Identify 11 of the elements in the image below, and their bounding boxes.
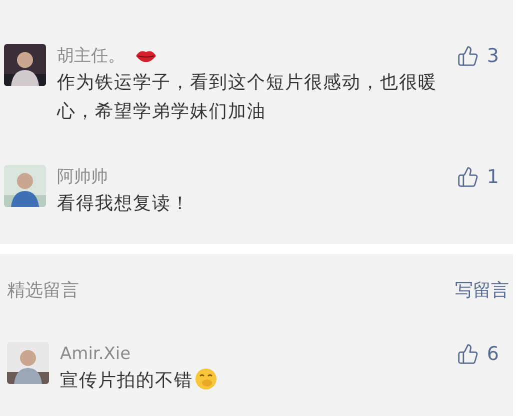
- commenter-name: 阿帅帅: [57, 166, 108, 189]
- like-button[interactable]: 6: [456, 342, 499, 366]
- comment-text: 作为铁运学子，看到这个短片很感动，也很暖心，希望学弟学妹们加油: [57, 72, 437, 122]
- like-button[interactable]: 3: [456, 44, 499, 68]
- comment-text: 看得我想复读！: [57, 193, 190, 214]
- commenter-name: Amir.Xie: [60, 343, 131, 366]
- section-title: 精选留言: [7, 279, 79, 303]
- comment-text: 宣传片拍的不错: [60, 370, 193, 391]
- write-comment-link[interactable]: 写留言: [455, 279, 509, 303]
- like-button[interactable]: 1: [456, 165, 499, 189]
- commenter-name: 胡主任。: [57, 45, 125, 68]
